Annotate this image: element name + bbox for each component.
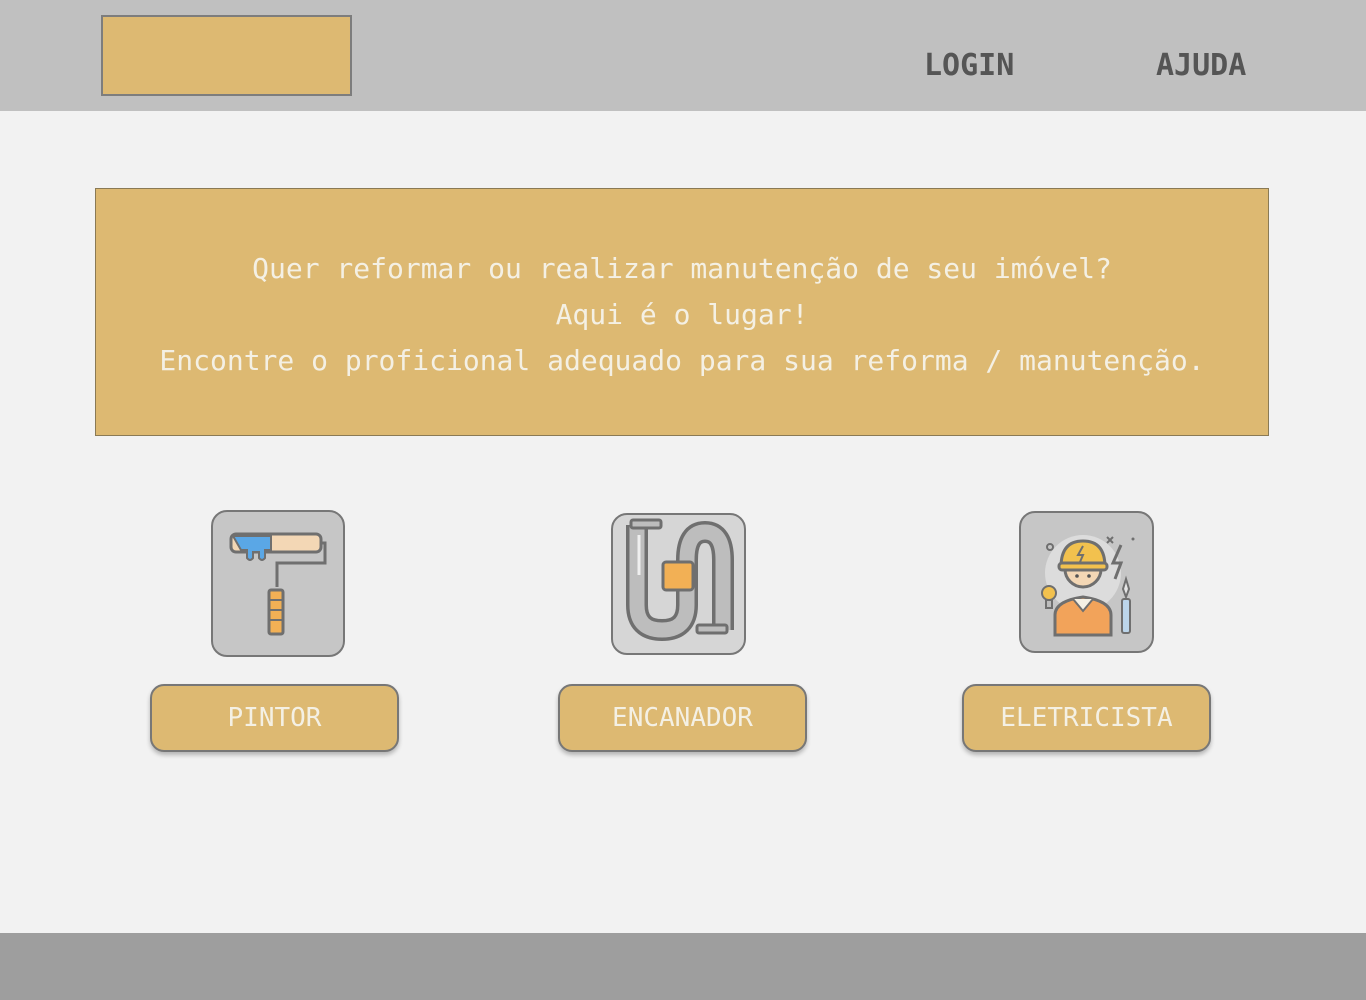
plumber-button[interactable]: ENCANADOR (558, 684, 807, 752)
electrician-icon (1041, 535, 1135, 637)
painter-button[interactable]: PINTOR (150, 684, 399, 752)
help-link[interactable]: AJUDA (1156, 48, 1246, 83)
footer (0, 933, 1366, 1000)
banner-line-3: Encontre o proficional adequado para sua… (159, 344, 1205, 377)
logo-placeholder[interactable] (101, 15, 352, 96)
plumber-card[interactable] (611, 513, 746, 655)
painter-card[interactable] (211, 510, 345, 657)
electrician-button[interactable]: ELETRICISTA (962, 684, 1211, 752)
electrician-card[interactable] (1019, 511, 1154, 653)
top-header: LOGIN AJUDA (0, 0, 1366, 111)
login-link[interactable]: LOGIN (924, 48, 1014, 83)
hero-banner: Quer reformar ou realizar manutenção de … (95, 188, 1269, 436)
banner-line-2: Aqui é o lugar! (555, 298, 809, 331)
banner-line-1: Quer reformar ou realizar manutenção de … (252, 252, 1112, 285)
pipe-icon (626, 518, 734, 642)
paint-roller-icon (229, 532, 327, 636)
